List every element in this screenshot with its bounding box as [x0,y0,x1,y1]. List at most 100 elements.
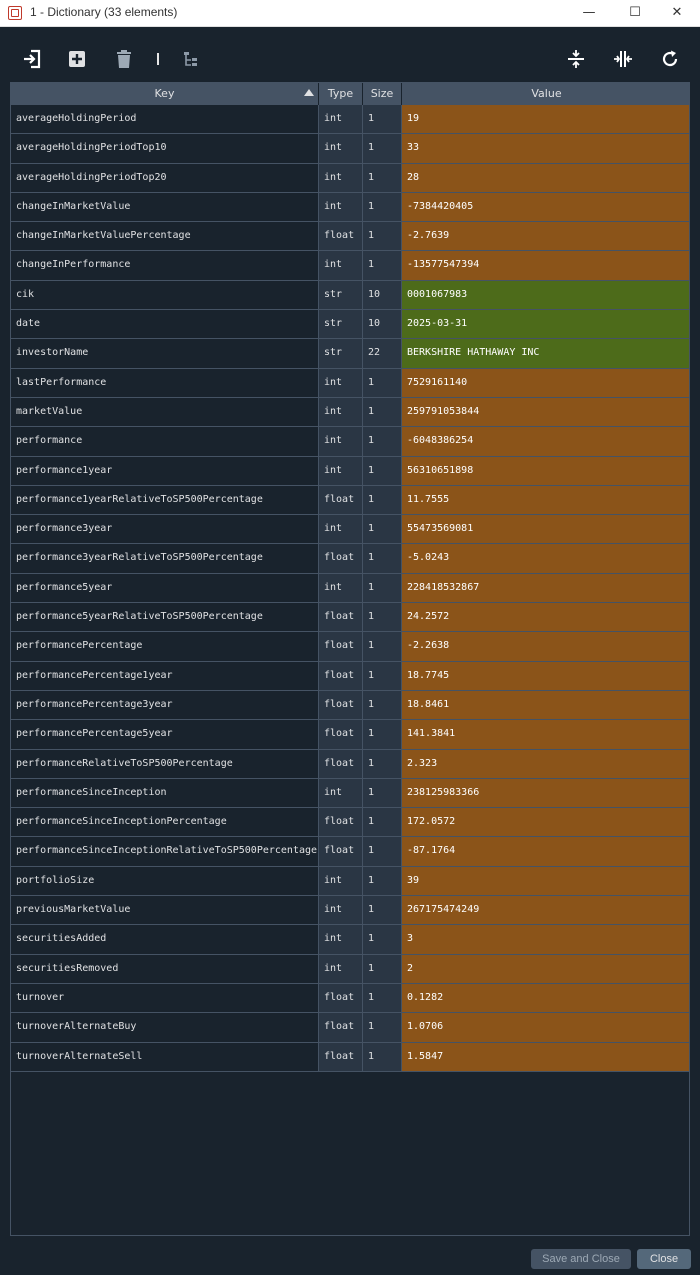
row-size[interactable]: 1 [363,1042,402,1071]
row-value[interactable]: -2.2638 [402,632,689,661]
table-row[interactable]: performancePercentage float 1 -2.2638 [11,632,689,662]
row-size[interactable]: 1 [363,1013,402,1042]
row-type[interactable]: str [319,339,363,368]
table-row[interactable]: changeInMarketValue int 1 -7384420405 [11,192,689,223]
table-row[interactable]: performanceSinceInceptionPercentage float… [11,808,689,838]
row-value[interactable]: -2.7639 [402,222,689,251]
row-type[interactable]: int [319,105,363,134]
row-type[interactable]: float [319,720,363,749]
row-size[interactable]: 1 [363,456,402,485]
table-row[interactable]: averageHoldingPeriod int 1 19 [11,105,689,135]
row-type[interactable]: float [319,837,363,866]
table-row[interactable]: performance5yearRelativeToSP500Percentag… [11,603,689,633]
row-size[interactable]: 22 [363,339,402,368]
row-size[interactable]: 1 [363,222,402,251]
maximize-button[interactable]: ☐ [612,0,658,27]
row-size[interactable]: 1 [363,251,402,280]
table-row[interactable]: performancePercentage1year float 1 18.7745 [11,661,689,691]
row-type[interactable]: float [319,222,363,251]
row-size[interactable]: 1 [363,925,402,954]
table-row[interactable]: investorName str 22 BERKSHIRE HATHAWAY INC [11,339,689,369]
table-row[interactable]: marketValue int 1 259791053844 [11,397,689,428]
row-size[interactable]: 1 [363,808,402,837]
row-value[interactable]: 228418532867 [402,573,689,603]
row-type[interactable]: float [319,1042,363,1071]
table-row[interactable]: performance1yearRelativeToSP500Percentag… [11,485,689,516]
row-key[interactable]: performance5yearRelativeToSP500Percentag… [11,603,319,632]
table-row[interactable]: changeInPerformance int 1 -13577547394 [11,251,689,281]
delete-icon[interactable] [113,48,135,70]
row-key[interactable]: performancePercentage5year [11,720,319,749]
row-key[interactable]: turnoverAlternateBuy [11,1013,319,1042]
row-value[interactable]: -7384420405 [402,192,689,222]
table-row[interactable]: securitiesRemoved int 1 2 [11,954,689,984]
row-type[interactable]: int [319,368,363,397]
table-row[interactable]: turnoverAlternateBuy float 1 1.0706 [11,1013,689,1043]
row-type[interactable]: float [319,808,363,837]
row-value[interactable]: 267175474249 [402,896,689,925]
row-key[interactable]: performance1yearRelativeToSP500Percentag… [11,485,319,515]
row-key[interactable]: turnover [11,983,319,1013]
row-type[interactable]: float [319,690,363,720]
row-size[interactable]: 1 [363,134,402,163]
header-size[interactable]: Size [363,83,402,105]
row-size[interactable]: 1 [363,837,402,866]
refresh-icon[interactable] [659,48,681,70]
table-row[interactable]: averageHoldingPeriodTop10 int 1 33 [11,134,689,164]
table-row[interactable]: performanceRelativeToSP500Percentage floa… [11,749,689,779]
row-size[interactable]: 1 [363,485,402,515]
import-icon[interactable] [21,48,43,70]
row-size[interactable]: 1 [363,515,402,544]
row-size[interactable]: 1 [363,427,402,456]
row-key[interactable]: investorName [11,339,319,368]
row-key[interactable]: date [11,310,319,339]
row-value[interactable]: 2.323 [402,749,689,778]
row-size[interactable]: 1 [363,778,402,808]
row-value[interactable]: 7529161140 [402,368,689,397]
row-size[interactable]: 1 [363,661,402,690]
row-value[interactable]: -5.0243 [402,544,689,573]
table-row[interactable]: performancePercentage5year float 1 141.3841 [11,720,689,750]
header-type[interactable]: Type [319,83,363,105]
table-row[interactable]: performancePercentage3year float 1 18.8461 [11,690,689,721]
row-size[interactable]: 1 [363,105,402,134]
row-key[interactable]: performanceRelativeToSP500Percentage [11,749,319,778]
row-key[interactable]: securitiesRemoved [11,954,319,983]
row-value[interactable]: 1.5847 [402,1042,689,1071]
row-type[interactable]: str [319,280,363,310]
row-type[interactable]: int [319,251,363,280]
header-key[interactable]: Key [11,83,319,105]
dictionary-table[interactable]: Key Type Size Value averageHoldingPeriod… [10,82,690,1236]
row-type[interactable]: int [319,573,363,603]
row-size[interactable]: 10 [363,310,402,339]
row-type[interactable]: int [319,954,363,983]
row-size[interactable]: 1 [363,896,402,925]
table-row[interactable]: performance3yearRelativeToSP500Percentag… [11,544,689,574]
row-key[interactable]: performance [11,427,319,456]
row-key[interactable]: averageHoldingPeriodTop10 [11,134,319,163]
table-row[interactable]: cik str 10 0001067983 [11,280,689,311]
close-window-button[interactable]: ✕ [654,0,700,27]
close-button[interactable]: Close [637,1249,691,1269]
row-key[interactable]: averageHoldingPeriodTop20 [11,163,319,192]
row-key[interactable]: averageHoldingPeriod [11,105,319,134]
table-row[interactable]: turnoverAlternateSell float 1 1.5847 [11,1042,689,1072]
row-key[interactable]: performanceSinceInceptionPercentage [11,808,319,837]
row-value[interactable]: 172.0572 [402,808,689,837]
row-value[interactable]: 0001067983 [402,280,689,310]
row-type[interactable]: int [319,896,363,925]
row-key[interactable]: performanceSinceInceptionRelativeToSP500… [11,837,319,866]
row-size[interactable]: 1 [363,163,402,192]
row-key[interactable]: cik [11,280,319,310]
table-row[interactable]: changeInMarketValuePercentage float 1 -2.76… [11,222,689,252]
row-value[interactable]: 1.0706 [402,1013,689,1042]
row-size[interactable]: 1 [363,632,402,661]
table-row[interactable]: performance int 1 -6048386254 [11,427,689,457]
table-row[interactable]: performanceSinceInception int 1 23812598336… [11,778,689,809]
row-value[interactable]: -13577547394 [402,251,689,280]
table-row[interactable]: averageHoldingPeriodTop20 int 1 28 [11,163,689,193]
table-row[interactable]: lastPerformance int 1 7529161140 [11,368,689,398]
header-value[interactable]: Value [402,83,689,105]
row-type[interactable]: int [319,866,363,896]
table-row[interactable]: previousMarketValue int 1 267175474249 [11,896,689,926]
